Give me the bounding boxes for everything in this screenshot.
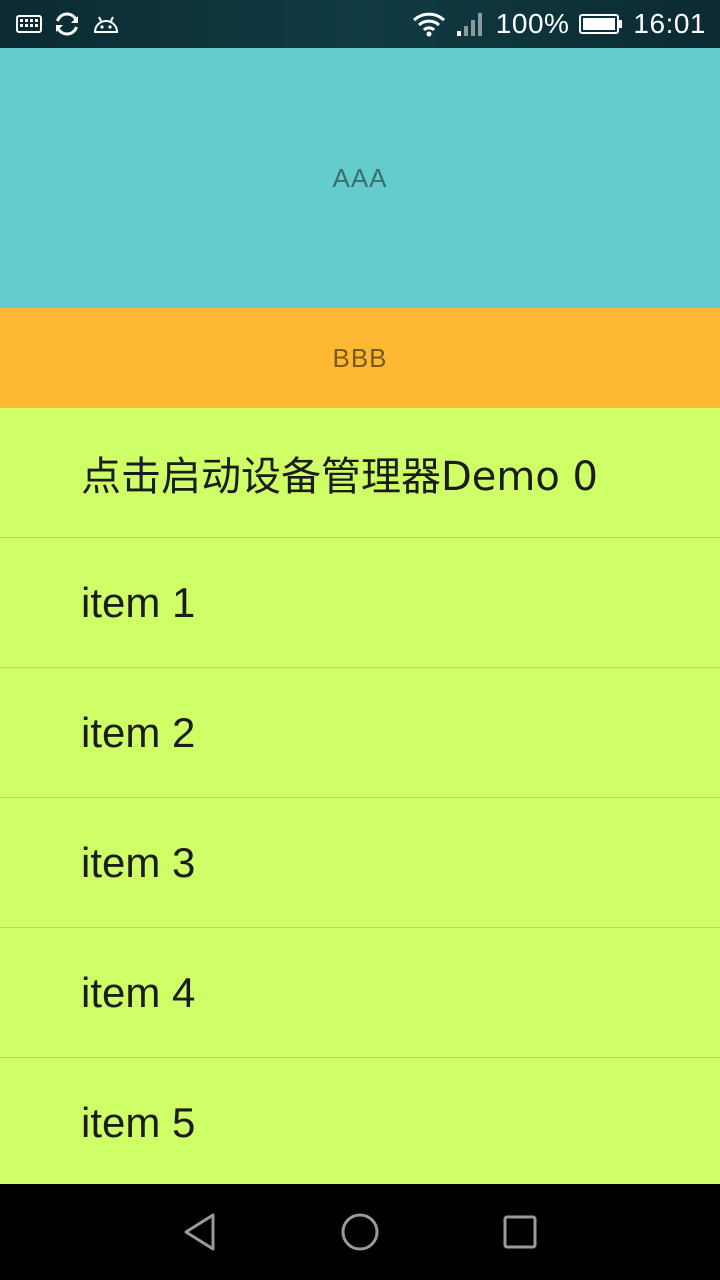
item-list[interactable]: 点击启动设备管理器Demo 0 item 1 item 2 item 3 ite… xyxy=(0,408,720,1184)
recent-apps-icon xyxy=(502,1214,538,1250)
sync-icon xyxy=(54,11,80,37)
home-icon xyxy=(340,1212,380,1252)
list-item[interactable]: item 5 xyxy=(0,1058,720,1184)
list-item-label: item 2 xyxy=(81,708,196,756)
list-item-label: item 3 xyxy=(81,838,196,886)
android-icon xyxy=(92,13,120,35)
list-item[interactable]: 点击启动设备管理器Demo 0 xyxy=(0,408,720,538)
home-button[interactable] xyxy=(300,1184,420,1280)
status-bar-left xyxy=(16,0,120,48)
keyboard-icon xyxy=(16,14,42,34)
wifi-icon xyxy=(412,11,446,37)
list-item[interactable]: item 3 xyxy=(0,798,720,928)
recent-apps-button[interactable] xyxy=(460,1184,580,1280)
list-item[interactable]: item 2 xyxy=(0,668,720,798)
list-item-label: item 5 xyxy=(81,1098,196,1146)
header-panel: AAA xyxy=(0,48,720,308)
status-bar-right: 100% 16:01 xyxy=(412,0,706,48)
navigation-bar xyxy=(0,1184,720,1280)
back-button[interactable] xyxy=(140,1184,260,1280)
list-item[interactable]: item 4 xyxy=(0,928,720,1058)
clock: 16:01 xyxy=(633,8,706,39)
sub-header-label: BBB xyxy=(332,342,388,373)
list-item-label: item 4 xyxy=(81,968,196,1016)
sub-header-bar: BBB xyxy=(0,308,720,408)
back-icon xyxy=(182,1212,218,1252)
battery-percentage: 100% xyxy=(495,8,570,39)
header-label: AAA xyxy=(332,162,388,193)
list-item-label: 点击启动设备管理器Demo 0 xyxy=(81,453,599,500)
screen: 100% 16:01 AAA BBB 点击启动设备管理器Demo 0 item … xyxy=(0,0,720,1280)
signal-icon xyxy=(456,11,486,37)
list-item-label: item 1 xyxy=(81,578,196,626)
status-bar: 100% 16:01 xyxy=(0,0,720,48)
list-item[interactable]: item 1 xyxy=(0,538,720,668)
battery-icon xyxy=(579,13,623,35)
